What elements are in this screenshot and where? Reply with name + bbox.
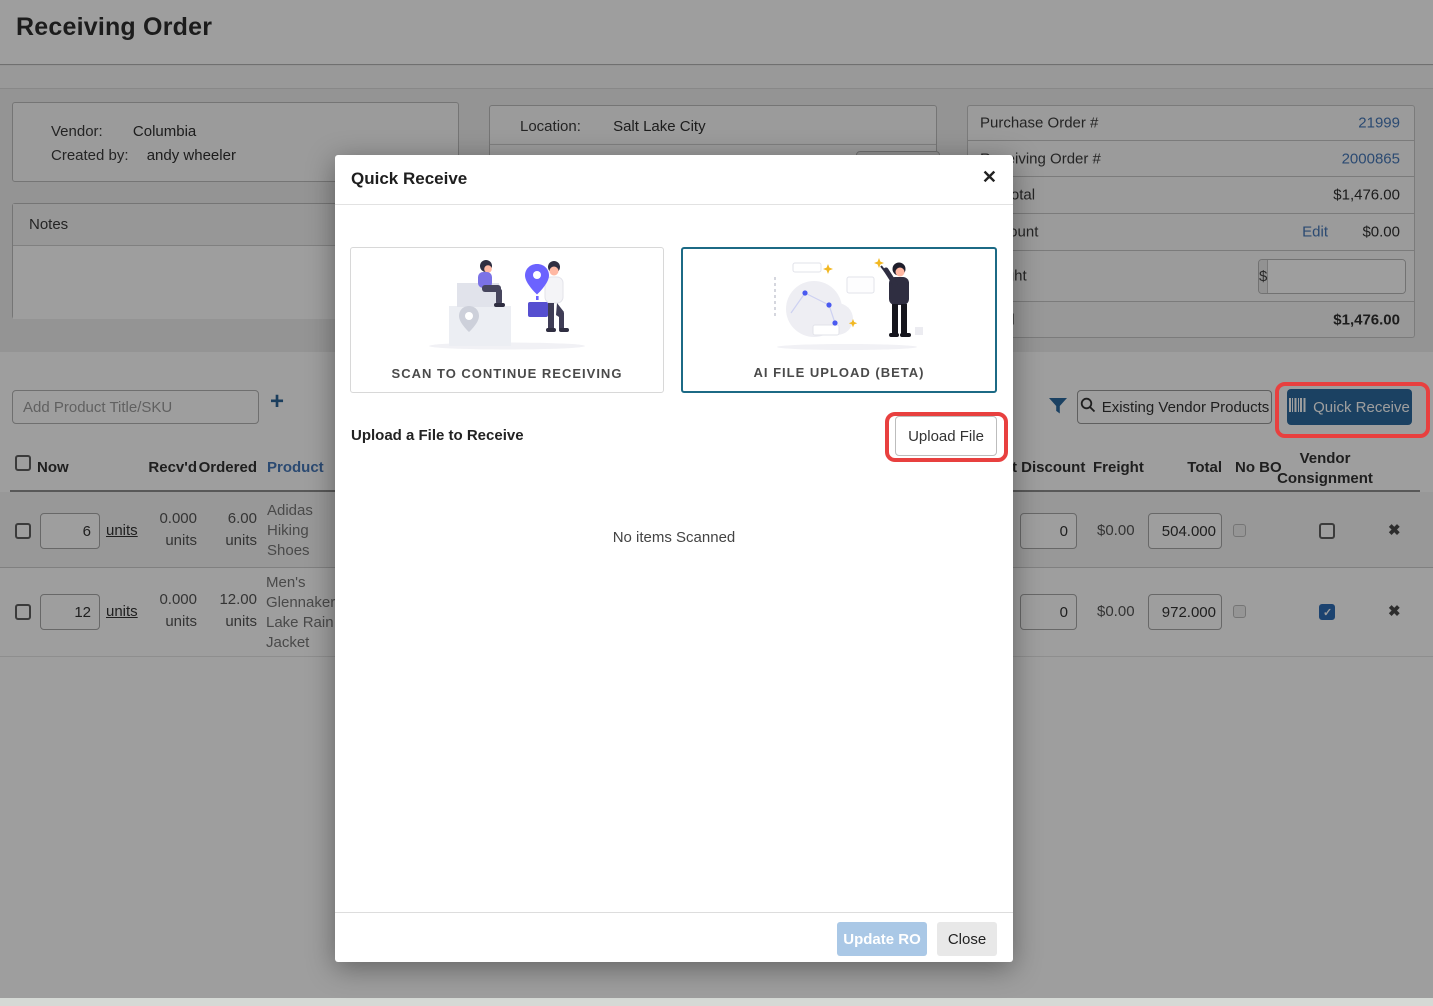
scan-illustration (397, 256, 617, 356)
scan-to-continue-card[interactable]: SCAN TO CONTINUE RECEIVING (350, 247, 664, 393)
ai-file-upload-card[interactable]: AI FILE UPLOAD (BETA) (681, 247, 997, 393)
modal-title: Quick Receive (351, 169, 467, 189)
upload-section-label: Upload a File to Receive (351, 427, 524, 444)
ai-upload-illustration (729, 257, 949, 357)
upload-file-button[interactable]: Upload File (895, 416, 997, 456)
modal-header: Quick Receive ✕ (335, 155, 1013, 205)
horizontal-scrollbar[interactable] (0, 998, 1433, 1006)
ai-card-label: AI FILE UPLOAD (BETA) (683, 365, 995, 380)
scan-card-label: SCAN TO CONTINUE RECEIVING (351, 366, 663, 381)
quick-receive-modal: Quick Receive ✕ (335, 155, 1013, 962)
empty-state-text: No items Scanned (335, 529, 1013, 546)
close-button[interactable]: Close (937, 922, 997, 956)
update-ro-button[interactable]: Update RO (837, 922, 927, 956)
modal-footer: Update RO Close (335, 912, 1013, 962)
close-icon[interactable]: ✕ (982, 168, 997, 186)
